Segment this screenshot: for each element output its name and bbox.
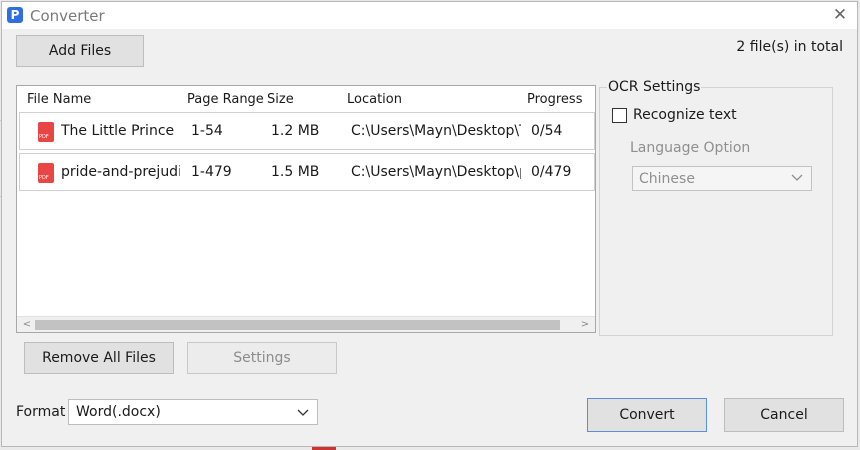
pdf-file-icon xyxy=(38,122,54,142)
scrollbar-thumb[interactable] xyxy=(35,320,560,330)
column-header-location[interactable]: Location xyxy=(347,92,402,107)
cell-progress: 0/479 xyxy=(531,164,572,180)
chevron-down-icon xyxy=(791,174,803,181)
language-select[interactable]: Chinese xyxy=(632,166,812,191)
cancel-button[interactable]: Cancel xyxy=(724,398,844,432)
horizontal-scrollbar[interactable]: < > xyxy=(17,316,595,332)
settings-button[interactable]: Settings xyxy=(187,342,337,374)
close-button[interactable]: ✕ xyxy=(829,4,851,26)
pdf-file-icon xyxy=(38,163,54,183)
app-logo-icon: P xyxy=(7,7,23,23)
title-bar: P Converter ✕ xyxy=(2,2,857,29)
column-header-file-name[interactable]: File Name xyxy=(27,92,91,107)
cell-location: C:\Users\Mayn\Desktop\p xyxy=(351,164,521,180)
cell-page-range: 1-479 xyxy=(191,164,232,180)
cell-location: C:\Users\Mayn\Desktop\T xyxy=(351,123,521,139)
recognize-text-checkbox[interactable] xyxy=(612,108,627,123)
remove-all-files-button[interactable]: Remove All Files xyxy=(24,342,174,374)
table-row[interactable]: The Little Prince 1-54 1.2 MB C:\Users\M… xyxy=(19,112,595,150)
ocr-settings-group xyxy=(599,87,833,336)
recognize-text-label[interactable]: Recognize text xyxy=(633,107,737,123)
cell-page-range: 1-54 xyxy=(191,123,223,139)
format-label: Format xyxy=(16,404,66,420)
column-header-page-range[interactable]: Page Range xyxy=(187,92,264,107)
convert-button[interactable]: Convert xyxy=(587,398,707,432)
add-files-button[interactable]: Add Files xyxy=(16,35,144,67)
scroll-left-icon[interactable]: < xyxy=(19,317,35,333)
cell-file-name: pride-and-prejudi xyxy=(61,164,180,180)
table-header: File Name Page Range Size Location Progr… xyxy=(17,86,595,112)
cell-file-name: The Little Prince xyxy=(61,123,175,139)
cell-size: 1.5 MB xyxy=(271,164,320,180)
format-select[interactable]: Word(.docx) xyxy=(68,399,318,425)
chevron-down-icon xyxy=(297,409,309,416)
file-table: File Name Page Range Size Location Progr… xyxy=(16,85,596,333)
language-select-value: Chinese xyxy=(639,171,695,187)
cell-progress: 0/54 xyxy=(531,123,563,139)
column-header-progress[interactable]: Progress xyxy=(527,92,582,107)
table-row[interactable]: pride-and-prejudi 1-479 1.5 MB C:\Users\… xyxy=(19,153,595,191)
language-option-label: Language Option xyxy=(630,140,751,156)
window-title: Converter xyxy=(30,7,105,25)
scroll-right-icon[interactable]: > xyxy=(577,317,593,333)
column-header-size[interactable]: Size xyxy=(267,92,294,107)
ocr-settings-title: OCR Settings xyxy=(607,79,702,95)
format-select-value: Word(.docx) xyxy=(76,404,161,420)
cell-size: 1.2 MB xyxy=(271,123,320,139)
file-count: 2 file(s) in total xyxy=(736,39,843,55)
